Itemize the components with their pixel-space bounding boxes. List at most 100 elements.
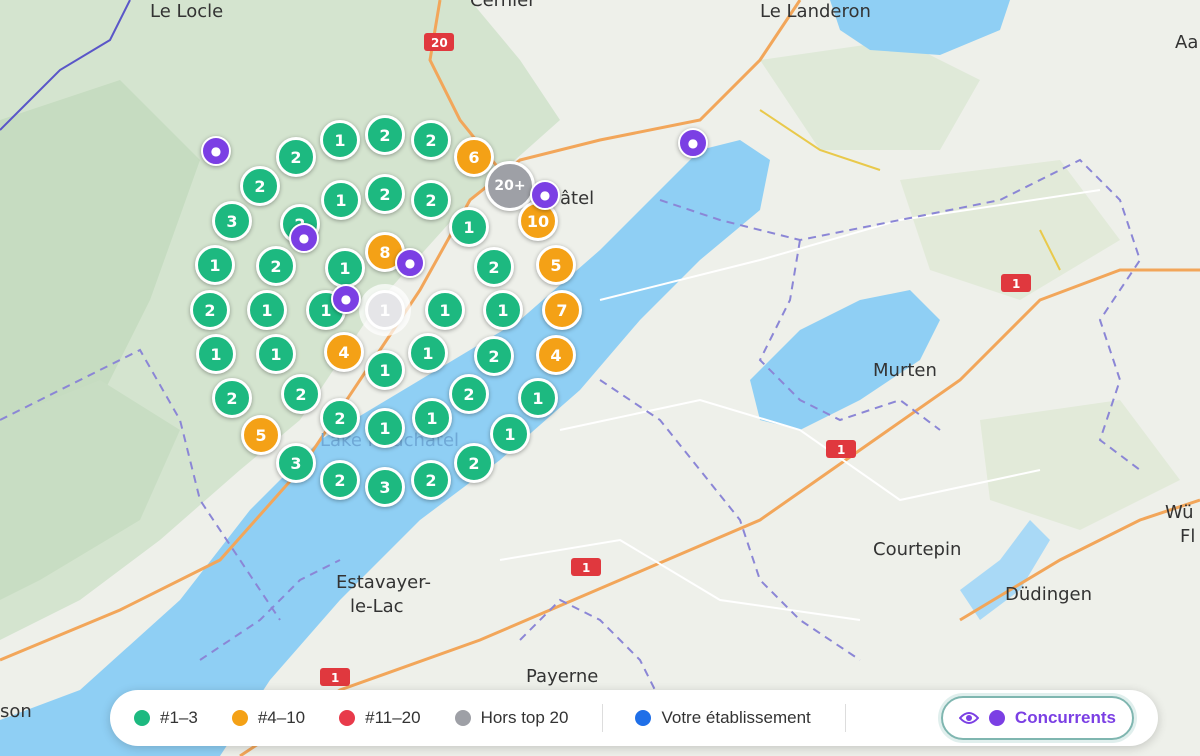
competitors-label: Concurrents	[1014, 708, 1116, 727]
rank-marker[interactable]: 1	[325, 248, 365, 288]
svg-text:1: 1	[331, 671, 339, 685]
location-pin-icon: ●	[340, 292, 352, 306]
legend-dot-icon	[635, 710, 652, 726]
rank-marker[interactable]: 3	[276, 443, 316, 483]
place-courtepin: Courtepin	[873, 539, 961, 560]
rank-marker[interactable]: 2	[281, 374, 321, 414]
competitor-pin[interactable]: ●	[289, 223, 319, 253]
rank-marker[interactable]: 2	[320, 398, 360, 438]
rank-marker[interactable]: 2	[240, 166, 280, 206]
rank-marker[interactable]: 1	[483, 290, 523, 330]
rank-marker[interactable]: 1	[320, 120, 360, 160]
legend-item-top20[interactable]: #11–20	[339, 708, 421, 728]
legend-dot-icon	[231, 710, 248, 726]
location-pin-icon: ●	[404, 256, 416, 270]
legend-item-outside-top20[interactable]: Hors top 20	[454, 708, 569, 728]
rank-marker[interactable]: 2	[320, 460, 360, 500]
rank-marker[interactable]: 2	[411, 180, 451, 220]
rank-marker[interactable]: 2	[276, 137, 316, 177]
place-cernier: Cernier	[470, 0, 536, 11]
legend-item-your-business[interactable]: Votre établissement	[635, 708, 811, 728]
rank-marker[interactable]: 1	[408, 333, 448, 373]
rank-marker[interactable]: 1	[490, 414, 530, 454]
rank-marker[interactable]: 1	[365, 350, 405, 390]
legend-label: #1–3	[160, 708, 198, 727]
rank-marker[interactable]: 4	[324, 332, 364, 372]
rank-marker[interactable]: 1	[196, 334, 236, 374]
legend-dot-icon	[339, 710, 356, 726]
route-shield-1-a: 1	[1001, 274, 1031, 292]
rank-marker[interactable]: 2	[454, 443, 494, 483]
rank-marker[interactable]: 2	[449, 374, 489, 414]
place-payerne: Payerne	[526, 666, 598, 687]
route-shield-1-d: 1	[320, 668, 350, 686]
location-pin-icon: ●	[298, 231, 310, 245]
legend-dot-icon	[134, 710, 150, 726]
rank-marker[interactable]: 4	[536, 335, 576, 375]
rank-marker[interactable]: 1	[425, 290, 465, 330]
rank-marker[interactable]: 3	[365, 467, 405, 507]
map-legend: #1–3 #4–10 #11–20 Hors top 20 Votre étab…	[110, 690, 1158, 746]
rank-marker[interactable]: 1	[247, 290, 287, 330]
competitor-pin[interactable]: ●	[678, 128, 708, 158]
place-fl: Fl	[1180, 526, 1195, 547]
place-aa: Aa	[1175, 32, 1198, 53]
rank-marker-center[interactable]: 1	[365, 290, 405, 330]
place-estavayer-line1: Estavayer-	[336, 572, 431, 593]
rank-marker[interactable]: 2	[411, 120, 451, 160]
svg-text:1: 1	[582, 561, 590, 575]
rank-marker[interactable]: 2	[212, 378, 252, 418]
place-dudingen: Düdingen	[1005, 584, 1092, 605]
rank-marker[interactable]: 5	[241, 415, 281, 455]
rank-marker[interactable]: 2	[365, 115, 405, 155]
svg-text:1: 1	[1012, 277, 1020, 291]
eye-icon	[958, 711, 979, 725]
location-pin-icon: ●	[687, 136, 699, 150]
route-shield-20: 20	[424, 33, 454, 51]
rank-marker[interactable]: 3	[212, 201, 252, 241]
rank-marker[interactable]: 2	[190, 290, 230, 330]
competitor-pin[interactable]: ●	[201, 136, 231, 166]
rank-marker[interactable]: 2	[365, 174, 405, 214]
route-shield-1-b: 1	[826, 440, 856, 458]
rank-marker[interactable]: 5	[536, 245, 576, 285]
legend-label: Hors top 20	[480, 708, 569, 727]
rank-marker[interactable]: 7	[542, 290, 582, 330]
legend-label: Votre établissement	[661, 708, 811, 727]
rank-marker[interactable]: 1	[365, 408, 405, 448]
svg-text:1: 1	[837, 443, 845, 457]
rank-marker[interactable]: 6	[454, 137, 494, 177]
rank-marker[interactable]: 2	[411, 460, 451, 500]
legend-divider	[844, 704, 846, 732]
legend-item-top10[interactable]: #4–10	[231, 708, 306, 728]
rank-marker[interactable]: 2	[474, 247, 514, 287]
place-son: son	[0, 701, 32, 722]
place-murten: Murten	[873, 360, 937, 381]
rank-marker[interactable]: 1	[256, 334, 296, 374]
legend-dot-icon	[988, 710, 1005, 726]
rank-marker[interactable]: 2	[256, 246, 296, 286]
legend-item-top3[interactable]: #1–3	[134, 708, 198, 728]
rank-marker[interactable]: 1	[518, 378, 558, 418]
competitor-pin[interactable]: ●	[395, 248, 425, 278]
location-pin-icon: ●	[210, 144, 222, 158]
rank-marker[interactable]: 1	[449, 207, 489, 247]
svg-text:20: 20	[431, 36, 448, 50]
rank-marker[interactable]: 2	[474, 336, 514, 376]
competitors-toggle-button[interactable]: Concurrents	[940, 696, 1134, 740]
rank-marker[interactable]: 1	[412, 398, 452, 438]
legend-label: #11–20	[365, 708, 421, 727]
rank-marker[interactable]: 1	[321, 180, 361, 220]
map-canvas[interactable]: Le Locle Le Landeron Aa âtel Murten Cour…	[0, 0, 1200, 756]
place-estavayer-line2: le-Lac	[350, 596, 404, 617]
place-le-landeron: Le Landeron	[760, 1, 871, 22]
location-pin-icon: ●	[539, 188, 551, 202]
legend-divider	[602, 704, 604, 732]
rank-marker[interactable]: 1	[195, 245, 235, 285]
competitor-pin[interactable]: ●	[530, 180, 560, 210]
route-shield-1-c: 1	[571, 558, 601, 576]
legend-dot-icon	[454, 710, 471, 726]
place-wu: Wü	[1165, 502, 1194, 523]
legend-label: #4–10	[257, 708, 306, 727]
competitor-pin[interactable]: ●	[331, 284, 361, 314]
